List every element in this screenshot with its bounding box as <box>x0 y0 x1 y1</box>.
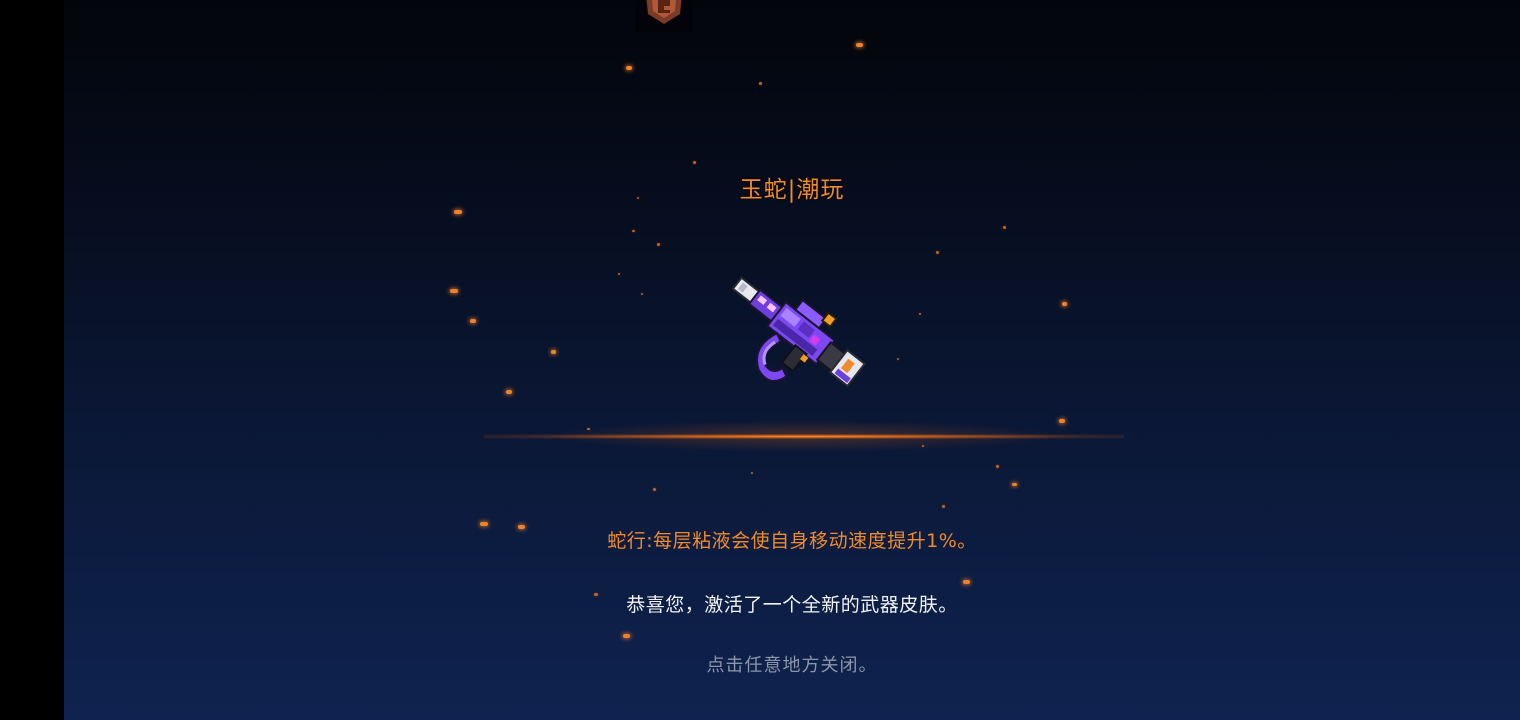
ember-particle <box>623 634 630 638</box>
jade-snake-gun-icon <box>731 276 867 388</box>
ember-particle <box>632 230 635 232</box>
stage: 玉蛇|潮玩 蛇行:每层粘液会使自身移动速度提升1%。 恭喜您，激活了一个全新的武… <box>0 0 1520 720</box>
ember-particle <box>450 289 458 293</box>
ember-particle <box>470 319 476 323</box>
ember-particle <box>942 505 945 508</box>
ember-particle <box>626 66 632 70</box>
ember-particle <box>897 358 899 360</box>
ember-particle <box>856 43 863 47</box>
ember-particle <box>996 465 999 468</box>
ember-particle <box>1003 226 1006 229</box>
ember-particle <box>936 251 939 254</box>
ember-particle <box>618 273 620 275</box>
congratulations-message: 恭喜您，激活了一个全新的武器皮肤。 <box>626 594 958 616</box>
ember-particle <box>963 580 970 584</box>
stage-glow-line <box>484 434 1124 439</box>
skin-name-title: 玉蛇|潮玩 <box>739 177 845 203</box>
ember-particle <box>551 350 556 354</box>
left-black-bar <box>0 0 64 720</box>
tap-to-close-hint: 点击任意地方关闭。 <box>706 655 878 676</box>
ember-particle <box>1012 483 1017 486</box>
emblem-icon <box>634 0 694 32</box>
ember-particle <box>759 82 762 85</box>
ember-particle <box>693 161 696 164</box>
ember-particle <box>751 472 753 474</box>
ember-particle <box>454 210 462 214</box>
reward-popup-overlay[interactable]: 玉蛇|潮玩 蛇行:每层粘液会使自身移动速度提升1%。 恭喜您，激活了一个全新的武… <box>64 0 1520 720</box>
ember-particle <box>657 243 660 246</box>
ember-particle <box>653 488 656 491</box>
ember-particle <box>919 313 921 315</box>
ember-particle <box>641 293 643 295</box>
ember-particle <box>506 390 512 394</box>
skill-description: 蛇行:每层粘液会使自身移动速度提升1%。 <box>607 530 977 552</box>
ember-particle <box>1062 302 1067 306</box>
